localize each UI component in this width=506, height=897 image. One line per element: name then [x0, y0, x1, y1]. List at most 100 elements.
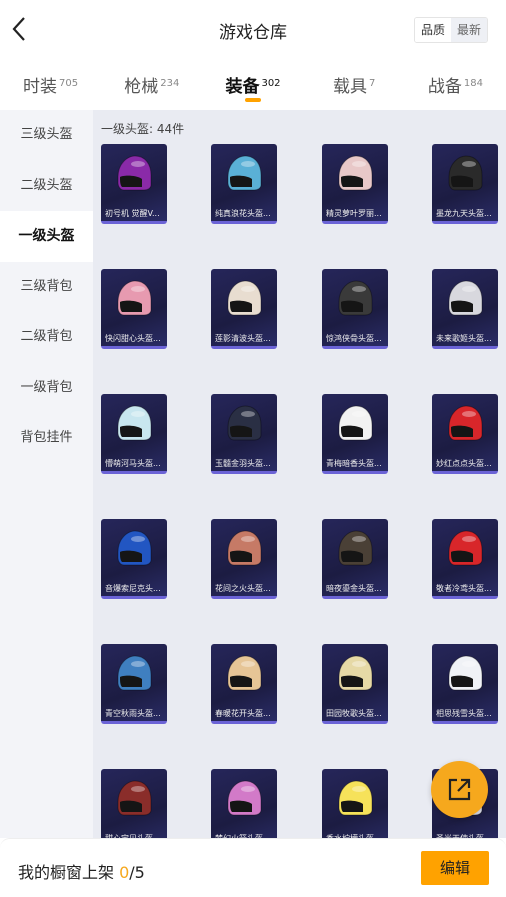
item-name: 惊鸿侠骨头盔... [326, 334, 382, 343]
helmet-icon [448, 155, 483, 191]
helmet-icon [227, 530, 262, 566]
item-card[interactable]: 香水柠檬头盔... [322, 769, 388, 838]
item-card[interactable]: 甜心宝贝头盔... [101, 769, 167, 838]
sidebar-item-level3-backpack[interactable]: 三级背包 [0, 262, 93, 313]
item-card[interactable]: 莲影清波头盔... [211, 269, 277, 349]
item-name: 青梅暗香头盔... [326, 459, 382, 468]
sidebar-item-level1-backpack[interactable]: 一级背包 [0, 363, 93, 414]
sort-quality-button[interactable]: 品质 [415, 18, 451, 42]
tab-count: 184 [463, 78, 483, 89]
item-name: 青空秋雨头盔... [105, 709, 161, 718]
sidebar-item-level2-backpack[interactable]: 二级背包 [0, 312, 93, 363]
showcase-current: 0 [119, 863, 130, 882]
tab-label: 载具 [333, 77, 368, 97]
item-card[interactable]: 初号机 觉醒V... [101, 144, 167, 224]
helmet-icon [117, 405, 152, 441]
helmet-icon [338, 405, 373, 441]
helmet-icon [338, 155, 373, 191]
sort-toggle: 品质 最新 [414, 17, 488, 43]
item-name: 玉髓金羽头盔... [215, 459, 271, 468]
tab-weapons[interactable]: 枪械 234 [101, 60, 202, 110]
item-card[interactable]: 春暖花开头盔... [211, 644, 277, 724]
item-card[interactable]: 田园牧歌头盔... [322, 644, 388, 724]
item-name: 莲影清波头盔... [215, 334, 271, 343]
showcase-total: 5 [134, 863, 145, 882]
item-card[interactable]: 墨龙九天头盔... [432, 144, 498, 224]
tab-label: 枪械 [124, 77, 159, 97]
sidebar-item-level2-helmet[interactable]: 二级头盔 [0, 161, 93, 212]
tab-vehicles[interactable]: 载具 7 [304, 60, 405, 110]
item-count-label: 一级头盔: 44件 [101, 122, 185, 136]
item-name: 懵萌河马头盔... [105, 459, 161, 468]
tab-fashion[interactable]: 时装 705 [0, 60, 101, 110]
footer-bar: 我的橱窗上架 0/5 编辑 [0, 838, 506, 897]
helmet-icon [227, 655, 262, 691]
item-name: 墨龙九天头盔... [436, 209, 492, 218]
helmet-icon [338, 280, 373, 316]
showcase-label: 我的橱窗上架 0/5 [18, 859, 145, 883]
share-button[interactable] [431, 761, 488, 818]
helmet-icon [448, 405, 483, 441]
header: 游戏仓库 品质 最新 [0, 0, 506, 60]
helmet-icon [227, 780, 262, 816]
item-card[interactable]: 纯真浪花头盔... [211, 144, 277, 224]
edit-button[interactable]: 编辑 [421, 851, 489, 885]
item-card[interactable]: 精灵萝叶罗丽... [322, 144, 388, 224]
item-card[interactable]: 敬者冷鸢头盔... [432, 519, 498, 599]
tab-count: 234 [160, 78, 180, 89]
helmet-icon [117, 780, 152, 816]
tab-count: 705 [59, 78, 79, 89]
tab-equipment[interactable]: 装备 302 [202, 60, 303, 110]
tab-label: 时装 [23, 77, 58, 97]
item-name: 纯真浪花头盔... [215, 209, 271, 218]
item-card[interactable]: 梦幻火箭头盔... [211, 769, 277, 838]
item-name: 相思残雪头盔... [436, 709, 492, 718]
item-name: 快闪甜心头盔... [105, 334, 161, 343]
item-name: 音爆索尼克头... [105, 584, 161, 593]
item-card[interactable]: 相思残雪头盔... [432, 644, 498, 724]
helmet-icon [227, 280, 262, 316]
item-card[interactable]: 未来歌姬头盔... [432, 269, 498, 349]
item-card[interactable]: 暗夜鎏金头盔... [322, 519, 388, 599]
helmet-icon [448, 655, 483, 691]
category-tabs: 时装 705 枪械 234 装备 302 载具 7 战备 184 [0, 60, 506, 110]
tab-label: 装备 [225, 77, 260, 97]
sort-newest-button[interactable]: 最新 [451, 18, 487, 42]
item-card[interactable]: 花间之火头盔... [211, 519, 277, 599]
item-name: 春暖花开头盔... [215, 709, 271, 718]
item-name: 敬者冷鸢头盔... [436, 584, 492, 593]
tab-supplies[interactable]: 战备 184 [405, 60, 506, 110]
helmet-icon [227, 155, 262, 191]
item-card[interactable]: 青梅暗香头盔... [322, 394, 388, 474]
item-card[interactable]: 懵萌河马头盔... [101, 394, 167, 474]
item-card[interactable]: 惊鸿侠骨头盔... [322, 269, 388, 349]
helmet-icon [117, 155, 152, 191]
helmet-icon [338, 530, 373, 566]
item-name: 精灵萝叶罗丽... [326, 209, 382, 218]
item-card[interactable]: 音爆索尼克头... [101, 519, 167, 599]
item-card[interactable]: 妙红点点头盔... [432, 394, 498, 474]
helmet-icon [338, 780, 373, 816]
sidebar-item-backpack-charm[interactable]: 背包挂件 [0, 413, 93, 464]
tab-count: 7 [369, 78, 376, 89]
item-name: 妙红点点头盔... [436, 459, 492, 468]
tab-label: 战备 [427, 77, 462, 97]
tab-count: 302 [261, 78, 281, 89]
item-name: 田园牧歌头盔... [326, 709, 382, 718]
helmet-icon [117, 655, 152, 691]
showcase-text: 我的橱窗上架 [18, 863, 120, 882]
item-name: 初号机 觉醒V... [105, 209, 160, 218]
sidebar-item-level1-helmet[interactable]: 一级头盔 [0, 211, 93, 262]
helmet-icon [448, 530, 483, 566]
active-tab-indicator [245, 98, 261, 102]
helmet-icon [448, 280, 483, 316]
item-card[interactable]: 玉髓金羽头盔... [211, 394, 277, 474]
sidebar-item-level3-helmet[interactable]: 三级头盔 [0, 110, 93, 161]
helmet-icon [117, 280, 152, 316]
item-card[interactable]: 青空秋雨头盔... [101, 644, 167, 724]
helmet-icon [227, 405, 262, 441]
item-name: 未来歌姬头盔... [436, 334, 492, 343]
item-name: 暗夜鎏金头盔... [326, 584, 382, 593]
item-card[interactable]: 快闪甜心头盔... [101, 269, 167, 349]
item-panel: 一级头盔: 44件 初号机 觉醒V... 纯真浪花头盔... 精灵萝叶罗丽... 墨龙… [93, 110, 506, 838]
